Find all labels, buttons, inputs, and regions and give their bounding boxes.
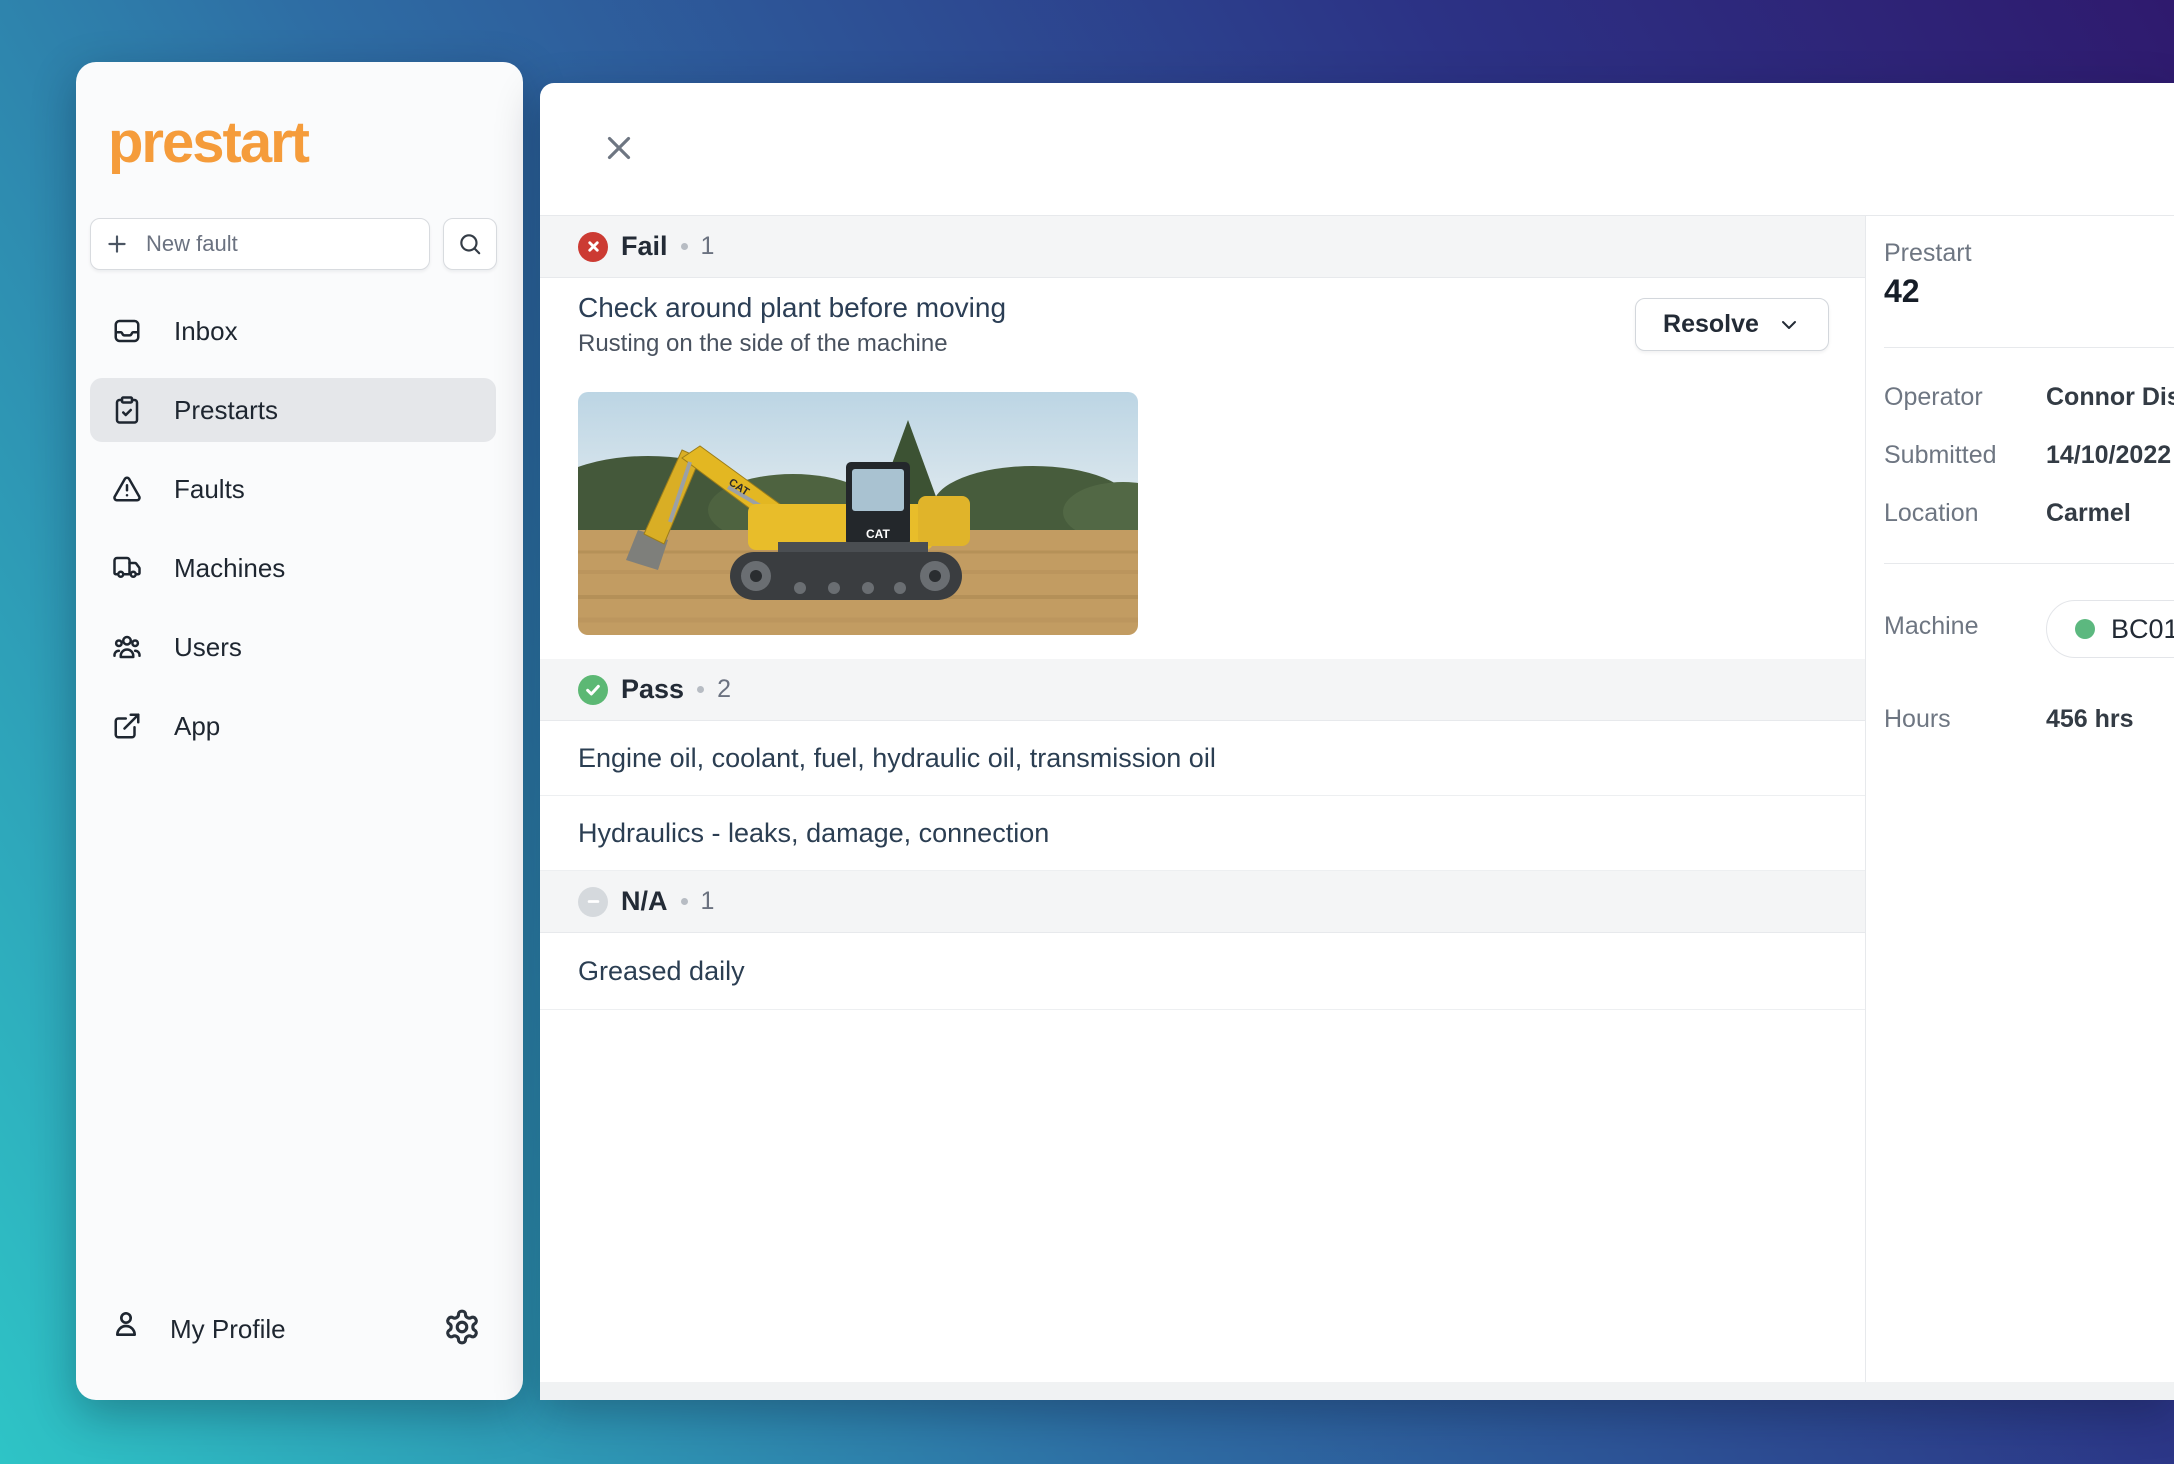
section-count: 1	[701, 887, 715, 916]
resolve-button-label: Resolve	[1663, 310, 1759, 339]
section-count: 1	[701, 232, 715, 261]
section-status-label: N/A	[621, 886, 668, 917]
sidebar-item-faults[interactable]: Faults	[90, 457, 496, 521]
submitted-label: Submitted	[1884, 441, 1997, 470]
machine-name: BC01	[2111, 614, 2174, 645]
dot-separator	[681, 898, 688, 905]
checklist-content: Fail 1 Check around plant before moving …	[540, 216, 1865, 1400]
close-button[interactable]	[597, 126, 641, 170]
details-divider	[1865, 216, 1866, 1400]
settings-gear-icon[interactable]	[443, 1308, 481, 1346]
user-icon	[110, 1308, 142, 1340]
fail-circle-x-icon	[578, 232, 608, 262]
sidebar-item-machines[interactable]: Machines	[90, 536, 496, 600]
hours-label: Hours	[1884, 705, 1951, 734]
chevron-down-icon	[1777, 313, 1801, 337]
sidebar-item-app[interactable]: App	[90, 694, 496, 758]
sidebar-item-prestarts[interactable]: Prestarts	[90, 378, 496, 442]
section-count: 2	[717, 675, 731, 704]
clipboard-check-icon	[112, 395, 142, 425]
panel-footer-strip	[540, 1382, 2174, 1400]
my-profile-link[interactable]: My Profile	[170, 1314, 286, 1345]
location-label: Location	[1884, 499, 1979, 528]
submitted-value: 14/10/2022	[2046, 441, 2171, 470]
sidebar-item-label: Inbox	[174, 316, 238, 347]
sidebar: prestart Inbox Prestarts	[76, 62, 523, 1400]
external-link-icon	[112, 711, 142, 741]
sidebar-footer: My Profile	[76, 1306, 523, 1354]
details-divider-2	[1884, 563, 2174, 564]
operator-label: Operator	[1884, 383, 1983, 412]
check-row-label: Greased daily	[578, 956, 745, 987]
inbox-icon	[112, 316, 142, 346]
users-icon	[112, 632, 142, 662]
section-status-label: Fail	[621, 231, 668, 262]
dot-separator	[697, 686, 704, 693]
plus-icon	[104, 231, 130, 257]
cat-logo-cab: CAT	[866, 527, 890, 541]
sidebar-nav: Inbox Prestarts Faults Machines	[90, 299, 496, 758]
prestart-number: 42	[1884, 273, 1920, 310]
sidebar-item-label: Faults	[174, 474, 245, 505]
section-header-na: N/A 1	[540, 871, 1865, 933]
check-row-label: Engine oil, coolant, fuel, hydraulic oil…	[578, 743, 1216, 774]
check-row: Engine oil, coolant, fuel, hydraulic oil…	[540, 722, 1865, 796]
operator-value: Connor Diss	[2046, 383, 2174, 412]
search-icon	[457, 231, 483, 257]
section-status-label: Pass	[621, 674, 684, 705]
machine-badge[interactable]: BC01	[2046, 600, 2174, 658]
sidebar-item-label: App	[174, 711, 220, 742]
resolve-button[interactable]: Resolve	[1635, 298, 1829, 351]
dot-separator	[681, 243, 688, 250]
section-header-pass: Pass 2	[540, 659, 1865, 721]
sidebar-item-inbox[interactable]: Inbox	[90, 299, 496, 363]
machine-label: Machine	[1884, 612, 1979, 641]
new-fault-input[interactable]	[144, 230, 436, 258]
pass-circle-check-icon	[578, 675, 608, 705]
location-value: Carmel	[2046, 499, 2131, 528]
search-button[interactable]	[443, 218, 497, 270]
section-header-fail: Fail 1	[540, 216, 1865, 278]
new-fault-field[interactable]	[90, 218, 430, 270]
alert-triangle-icon	[112, 474, 142, 504]
machine-status-dot	[2075, 619, 2095, 639]
check-item-description: Rusting on the side of the machine	[578, 330, 948, 358]
check-row-label: Hydraulics - leaks, damage, connection	[578, 818, 1049, 849]
details-title: Prestart	[1884, 239, 1972, 268]
close-icon	[600, 129, 638, 167]
app-window: prestart Inbox Prestarts	[0, 0, 2174, 1464]
truck-icon	[112, 553, 142, 583]
prestart-detail-panel: Fail 1 Check around plant before moving …	[540, 83, 2174, 1400]
hours-value: 456 hrs	[2046, 705, 2134, 734]
inspection-photo[interactable]: CAT CAT	[578, 392, 1138, 635]
details-divider-1	[1884, 347, 2174, 348]
sidebar-item-users[interactable]: Users	[90, 615, 496, 679]
na-circle-minus-icon	[578, 887, 608, 917]
sidebar-item-label: Prestarts	[174, 395, 278, 426]
app-logo: prestart	[108, 114, 308, 172]
check-item-title: Check around plant before moving	[578, 292, 1006, 324]
sidebar-item-label: Machines	[174, 553, 285, 584]
check-row: Hydraulics - leaks, damage, connection	[540, 796, 1865, 871]
check-row: Greased daily	[540, 934, 1865, 1010]
sidebar-item-label: Users	[174, 632, 242, 663]
